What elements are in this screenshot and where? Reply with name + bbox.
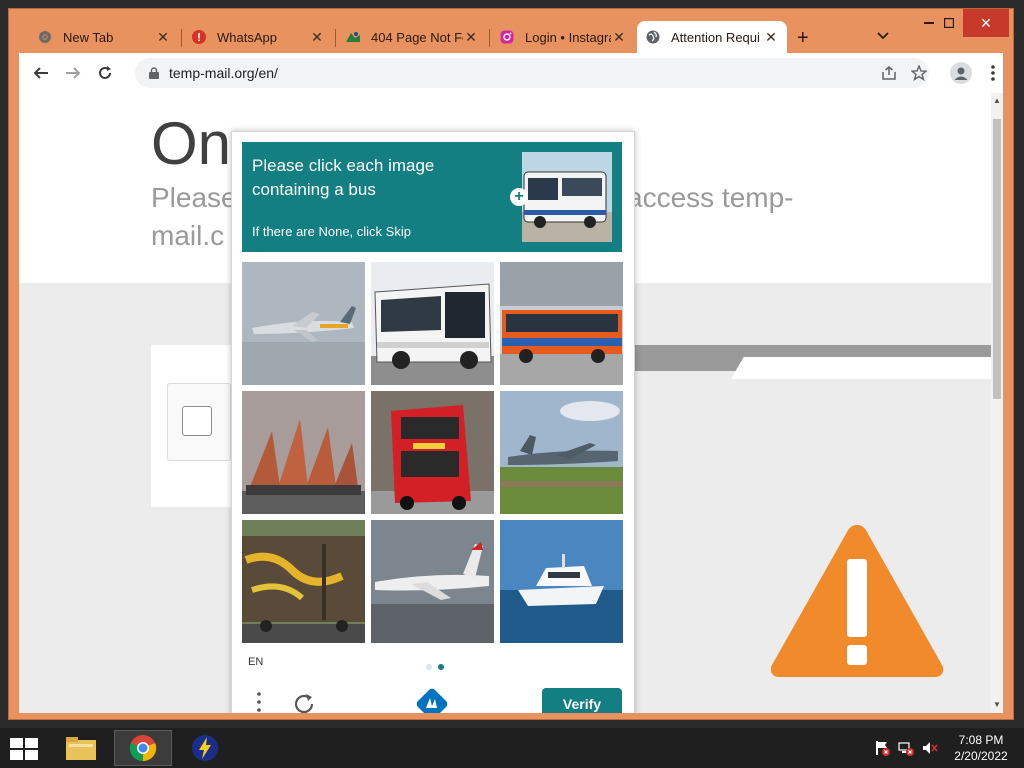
tab-title: 404 Page Not Fo bbox=[371, 29, 463, 45]
tab-separator bbox=[489, 29, 490, 47]
back-arrow-icon[interactable] bbox=[29, 61, 53, 85]
instagram-icon bbox=[499, 29, 515, 45]
close-icon[interactable]: ✕ bbox=[309, 29, 325, 46]
language-selector[interactable]: EN bbox=[248, 656, 263, 668]
captcha-tile-airplane[interactable] bbox=[242, 262, 365, 385]
windows-start-icon[interactable] bbox=[10, 738, 38, 760]
network-icon[interactable] bbox=[898, 740, 914, 756]
clock-date: 2/20/2022 bbox=[954, 749, 1008, 763]
page-dot-active bbox=[438, 664, 444, 670]
volume-muted-icon[interactable] bbox=[922, 740, 938, 756]
captcha-image-grid bbox=[242, 262, 624, 644]
challenge-checkbox-widget bbox=[167, 383, 231, 461]
taskbar-chrome[interactable] bbox=[114, 730, 172, 766]
whatsapp-alert-icon bbox=[191, 29, 207, 45]
profile-avatar-icon[interactable] bbox=[949, 61, 973, 85]
captcha-tile-military-airplane[interactable] bbox=[500, 391, 623, 514]
expand-plus-icon[interactable]: + bbox=[510, 188, 528, 206]
url-text: temp-mail.org/en/ bbox=[169, 65, 278, 81]
share-icon[interactable] bbox=[879, 63, 899, 83]
browser-toolbar: temp-mail.org/en/ bbox=[19, 53, 1003, 93]
captcha-tile-red-double-decker[interactable] bbox=[371, 391, 494, 514]
hcaptcha-logo-icon bbox=[416, 688, 448, 713]
tab-separator bbox=[335, 29, 336, 47]
page-dot bbox=[426, 664, 432, 670]
captcha-menu-icon[interactable] bbox=[252, 692, 266, 713]
tab-search-chevron-icon[interactable] bbox=[877, 28, 889, 43]
page-viewport: On Please mail.c access temp- ▲ ▼ Please… bbox=[19, 93, 1003, 713]
address-bar[interactable]: temp-mail.org/en/ bbox=[135, 58, 929, 88]
scroll-up-icon[interactable]: ▲ bbox=[991, 95, 1003, 107]
example-bus-image[interactable] bbox=[522, 152, 612, 242]
chrome-icon bbox=[37, 29, 53, 45]
captcha-refresh-icon[interactable] bbox=[290, 690, 318, 713]
captcha-tile-graffiti-train[interactable] bbox=[242, 520, 365, 643]
taskbar: 7:08 PM 2/20/2022 bbox=[0, 728, 1024, 768]
system-clock[interactable]: 7:08 PM 2/20/2022 bbox=[946, 732, 1016, 764]
captcha-tile-white-bus[interactable] bbox=[371, 262, 494, 385]
warning-icon bbox=[770, 525, 944, 677]
chrome-icon bbox=[129, 735, 157, 762]
lock-icon bbox=[149, 66, 159, 79]
globe-icon bbox=[645, 29, 661, 45]
folder-icon bbox=[66, 737, 96, 760]
tab-attention-required[interactable]: Attention Requi ✕ bbox=[637, 21, 787, 53]
reload-icon[interactable] bbox=[93, 61, 117, 85]
taskbar-lightning-app[interactable] bbox=[176, 730, 234, 766]
more-menu-icon[interactable] bbox=[981, 61, 1005, 85]
page-scrollbar[interactable]: ▲ ▼ bbox=[991, 93, 1003, 713]
captcha-prompt-text: Please click each image containing a bus bbox=[252, 156, 435, 199]
page-indicator bbox=[426, 664, 450, 672]
captcha-tile-yacht[interactable] bbox=[500, 520, 623, 643]
close-icon[interactable]: ✕ bbox=[611, 29, 627, 46]
browser-window: New Tab ✕ WhatsApp ✕ 404 Page Not Fo ✕ L… bbox=[8, 8, 1014, 720]
tab-title: Login • Instagra bbox=[525, 29, 611, 45]
close-icon[interactable]: ✕ bbox=[463, 29, 479, 46]
decorative-band-cutout bbox=[731, 357, 1003, 379]
new-tab-button[interactable]: + bbox=[797, 27, 809, 50]
lightning-icon bbox=[192, 735, 218, 761]
tab-title: WhatsApp bbox=[217, 29, 277, 45]
challenge-checkbox[interactable] bbox=[182, 406, 212, 436]
scrollbar-thumb[interactable] bbox=[993, 119, 1001, 399]
404-site-icon bbox=[345, 29, 361, 45]
captcha-tile-orange-bus[interactable] bbox=[500, 262, 623, 385]
tab-separator bbox=[181, 29, 182, 47]
captcha-challenge: Please click each image containing a bus… bbox=[231, 131, 635, 713]
tab-new-tab[interactable]: New Tab ✕ bbox=[29, 21, 179, 53]
scroll-down-icon[interactable]: ▼ bbox=[991, 699, 1003, 711]
taskbar-file-explorer[interactable] bbox=[52, 730, 110, 766]
action-center-flag-icon[interactable] bbox=[874, 740, 890, 756]
tab-whatsapp[interactable]: WhatsApp ✕ bbox=[183, 21, 333, 53]
tab-title: Attention Requi bbox=[671, 29, 760, 45]
captcha-tile-sailing-ship[interactable] bbox=[242, 391, 365, 514]
bookmark-star-icon[interactable] bbox=[909, 63, 929, 83]
tab-title: New Tab bbox=[63, 29, 114, 45]
tab-instagram[interactable]: Login • Instagra ✕ bbox=[491, 21, 635, 53]
forward-arrow-icon[interactable] bbox=[61, 61, 85, 85]
close-icon[interactable]: ✕ bbox=[763, 29, 779, 46]
captcha-prompt: Please click each image containing a bus… bbox=[242, 142, 622, 252]
captcha-tile-airliner[interactable] bbox=[371, 520, 494, 643]
tab-strip: New Tab ✕ WhatsApp ✕ 404 Page Not Fo ✕ L… bbox=[9, 9, 1013, 53]
clock-time: 7:08 PM bbox=[958, 733, 1004, 747]
page-subtitle-right: access temp- bbox=[627, 182, 794, 213]
page-title: On bbox=[151, 110, 232, 177]
page-subtitle-line2: mail.c bbox=[151, 220, 225, 251]
window-close-icon[interactable]: ✕ bbox=[963, 9, 1009, 37]
verify-button[interactable]: Verify bbox=[542, 688, 622, 713]
page-subtitle-line1: Please bbox=[151, 182, 237, 213]
close-icon[interactable]: ✕ bbox=[155, 29, 171, 46]
captcha-skip-hint: If there are None, click Skip bbox=[252, 224, 411, 239]
tab-404-page[interactable]: 404 Page Not Fo ✕ bbox=[337, 21, 487, 53]
